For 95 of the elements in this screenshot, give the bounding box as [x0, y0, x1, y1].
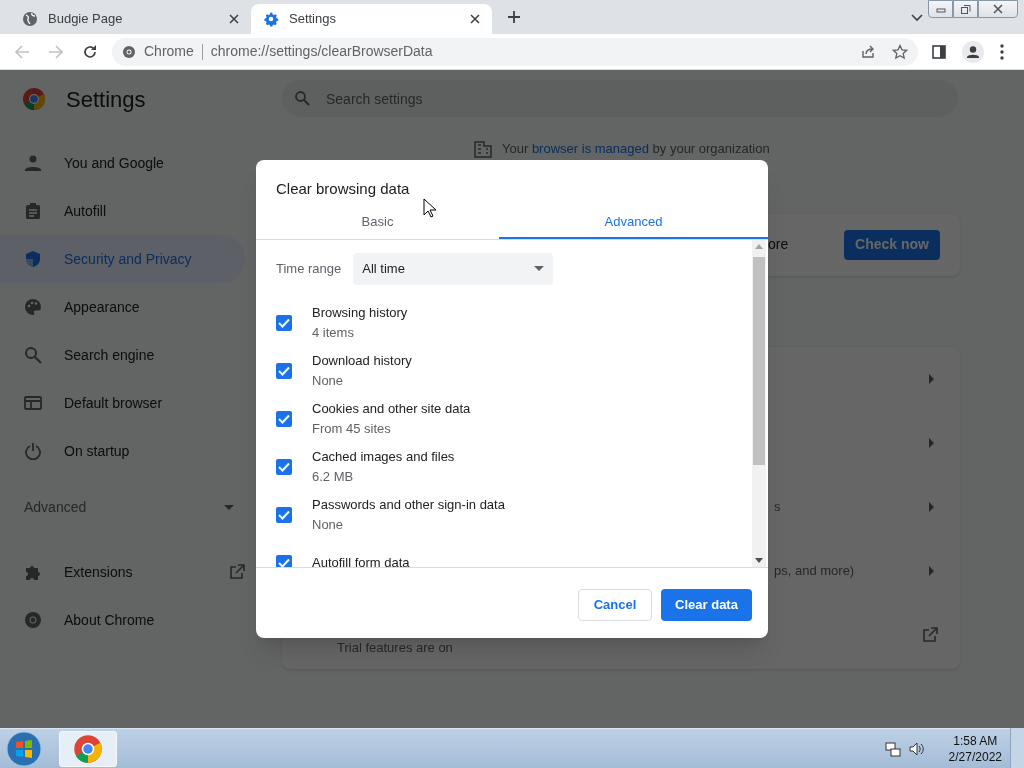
browser-tab[interactable]: Settings [251, 4, 492, 34]
search-icon [24, 346, 42, 364]
sidebar-item[interactable]: You and Google [0, 139, 245, 187]
item-detail: 6.2 MB [312, 467, 355, 486]
palette-icon [24, 298, 42, 316]
scrollbar-thumb[interactable] [753, 256, 765, 465]
plus-icon[interactable] [507, 10, 521, 24]
caret-right-icon[interactable] [929, 565, 934, 576]
open-in-new-icon[interactable] [229, 564, 245, 580]
checkbox[interactable] [276, 554, 292, 567]
row-text: ps, and more) [774, 561, 855, 580]
sidebar-item[interactable]: On startup [0, 427, 245, 475]
sidebar-item[interactable]: Search engine [0, 331, 245, 379]
sidebar-item[interactable]: Autofill [0, 187, 245, 235]
item-label: Cached images and files [312, 447, 455, 466]
restore-icon[interactable] [959, 3, 972, 15]
dialog-tab[interactable]: Advanced [499, 206, 768, 239]
dialog-title: Clear browsing data [275, 179, 410, 199]
power-icon [24, 442, 42, 460]
start-orb-icon[interactable] [6, 730, 42, 767]
item-detail: From 45 sites [312, 419, 392, 438]
card-text: ore [768, 235, 789, 254]
profile-icon[interactable] [962, 40, 984, 63]
checkbox[interactable] [276, 506, 292, 523]
shield-icon [24, 250, 42, 268]
item-label: Browsing history [312, 303, 408, 322]
sidebar-item[interactable]: About Chrome [0, 596, 245, 644]
chrome-logo-icon [22, 87, 46, 111]
item-label: Autofill form data [312, 553, 410, 567]
item-label: Passwords and other sign-in data [312, 495, 505, 514]
item-detail: None [312, 515, 345, 534]
sidebar-item[interactable]: Extensions [0, 548, 245, 596]
scroll-down-icon[interactable] [755, 557, 763, 563]
reload-icon[interactable] [82, 43, 98, 60]
star-icon[interactable] [892, 43, 908, 60]
close-icon[interactable] [470, 14, 480, 24]
close-icon[interactable] [229, 14, 239, 24]
sidebar-item[interactable]: Security and Privacy [0, 235, 245, 283]
managed-link[interactable]: browser is managed [531, 141, 649, 156]
browser-window-icon [24, 394, 42, 412]
clipboard-icon [24, 202, 42, 220]
checkbox[interactable] [276, 362, 292, 379]
chrome-logo-icon [73, 733, 103, 764]
caret-right-icon[interactable] [929, 437, 934, 448]
tab-title: Budgie Page [48, 10, 124, 29]
clear-data-button[interactable]: Clear data [661, 588, 752, 621]
row-text: Trial features are on [337, 638, 453, 657]
item-label: Download history [312, 351, 412, 370]
row-text: s [774, 497, 781, 516]
chrome-logo-icon [122, 44, 136, 59]
address-bar[interactable]: Chrome chrome://settings/clearBrowserData [112, 37, 918, 66]
cursor-icon [423, 198, 437, 218]
item-label: Cookies and other site data [312, 399, 471, 418]
caret-right-icon[interactable] [929, 501, 934, 512]
clock[interactable]: 1:58 AM 2/27/2022 [948, 732, 1002, 765]
site-label: Chrome [144, 42, 194, 61]
check-now-button[interactable]: Check now [844, 229, 940, 260]
checkbox[interactable] [276, 314, 292, 331]
settings-title: Settings [66, 85, 146, 114]
taskbar-app-button[interactable] [59, 730, 117, 767]
url-text: chrome://settings/clearBrowserData [210, 42, 434, 61]
menu-icon[interactable] [1000, 43, 1004, 60]
open-in-new-icon[interactable] [922, 626, 938, 643]
chrome-logo-icon [24, 611, 42, 629]
search-field[interactable]: Search settings [282, 80, 958, 117]
chevron-down-icon[interactable] [911, 14, 923, 22]
building-icon [474, 139, 492, 158]
time-range-label: Time range [276, 259, 342, 278]
time-range-dropdown[interactable]: All time [353, 252, 554, 285]
caret-right-icon[interactable] [929, 373, 934, 384]
gear-icon [263, 11, 279, 27]
network-icon[interactable] [884, 740, 901, 757]
dialog-tab[interactable]: Basic [256, 206, 499, 239]
managed-notice: Your browser is managed by your organization [502, 140, 770, 158]
checkbox[interactable] [276, 458, 292, 475]
puzzle-piece-icon [24, 563, 42, 581]
item-detail: 4 items [312, 323, 355, 342]
checkbox[interactable] [276, 410, 292, 427]
side-panel-icon[interactable] [932, 44, 946, 59]
sidebar-item[interactable]: Appearance [0, 283, 245, 331]
caret-down-icon [534, 266, 545, 271]
browser-tab[interactable]: Budgie Page [10, 4, 251, 34]
globe-icon [22, 11, 38, 27]
sidebar-item[interactable]: Default browser [0, 379, 245, 427]
item-detail: None [312, 371, 345, 390]
close-icon[interactable] [992, 3, 1004, 15]
scrollbar[interactable] [752, 239, 766, 567]
share-icon[interactable] [860, 43, 876, 60]
caret-down-icon [224, 504, 234, 510]
speaker-icon[interactable] [908, 740, 925, 757]
tab-title: Settings [289, 10, 337, 29]
advanced-section-toggle[interactable]: Advanced [0, 483, 256, 531]
person-icon [24, 154, 42, 172]
cancel-button[interactable]: Cancel [578, 588, 652, 621]
search-icon [294, 90, 310, 106]
